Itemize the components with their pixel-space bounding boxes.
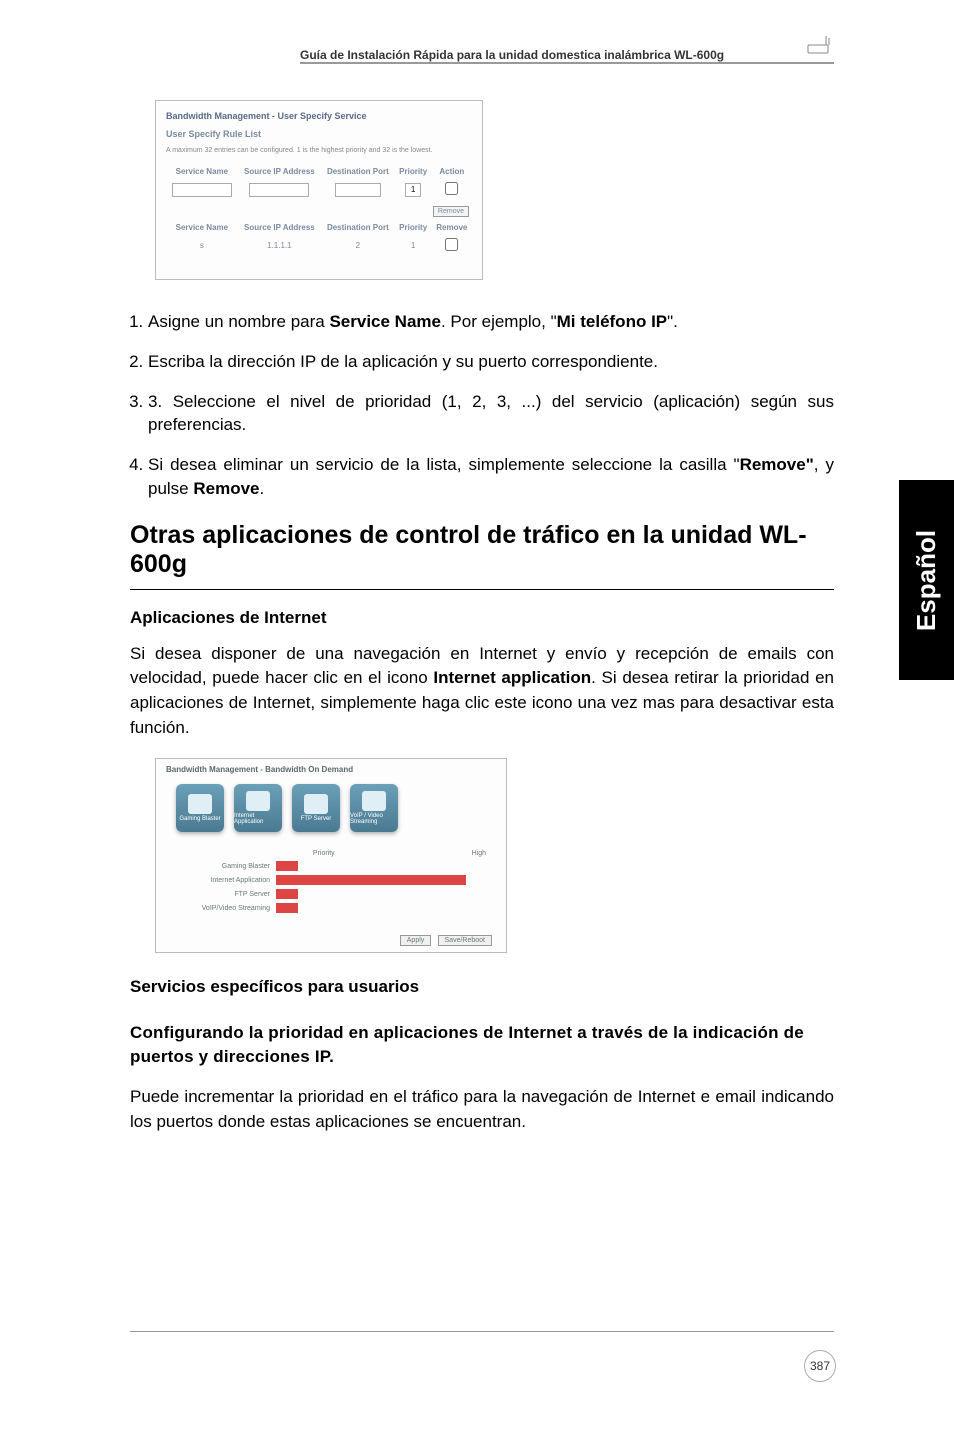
bar-ftp [276,889,298,899]
table-row: s 1.1.1.1 2 1 [166,235,472,256]
bar-voip [276,903,298,913]
ss1-th2-prio: Priority [395,220,432,235]
step1-text-c: . Por ejemplo, " [441,312,557,331]
footer-rule [130,1331,834,1332]
language-label: Español [911,529,942,630]
ss1-table: Service Name Source IP Address Destinati… [166,164,472,256]
priority-input[interactable] [405,183,421,197]
ss2-icon-row: Gaming Blaster Internet Application FTP … [156,780,506,850]
user-services-heading: Servicios específicos para usuarios [130,977,834,997]
table-row [166,179,472,200]
ss1-subtitle: User Specify Rule List [166,129,472,139]
step4-text-a: Si desea eliminar un servicio de la list… [148,455,740,474]
ss1-th2-remove: Remove [432,220,472,235]
config-priority-paragraph: Puede incrementar la prioridad en el trá… [130,1085,834,1134]
action-checkbox[interactable] [445,182,458,195]
ic4-label: VoIP / Video Streaming [350,813,398,825]
section-title: Otras aplicaciones de control de tráfico… [130,521,834,590]
ss1-r2-prio: 1 [395,235,432,256]
bar-gaming [276,861,298,871]
step-1: Asigne un nombre para Service Name. Por … [148,310,834,334]
page-number: 387 [804,1350,836,1382]
ss1-th2-name: Service Name [166,220,238,235]
apply-button[interactable]: Apply [400,935,432,946]
ic3-label: FTP Server [301,816,332,822]
steps-list: Asigne un nombre para Service Name. Por … [148,310,834,501]
language-tab: Español [899,480,954,680]
step-4: Si desea eliminar un servicio de la list… [148,453,834,501]
gaming-blaster-icon[interactable]: Gaming Blaster [176,784,224,832]
remove-button[interactable]: Remove [433,206,469,217]
save-reboot-button[interactable]: Save/Reboot [438,935,492,946]
ss1-th-name: Service Name [166,164,238,179]
ss1-r2-sname: s [166,235,238,256]
ic2-label: Internet Application [234,813,282,825]
bandwidth-screenshot: Bandwidth Management - Bandwidth On Dema… [155,758,507,953]
internet-apps-heading: Aplicaciones de Internet [130,608,834,628]
source-ip-input[interactable] [249,183,309,197]
ss1-note: A maximum 32 entries can be configured. … [166,147,472,154]
high-label: High [472,850,486,857]
apps-para-b: Internet application [433,668,591,687]
remove-checkbox[interactable] [445,238,458,251]
internet-apps-paragraph: Si desea disponer de una navegación en I… [130,642,834,741]
step1-bold-b: Service Name [329,312,441,331]
ic1-label: Gaming Blaster [179,816,220,822]
ftp-server-icon[interactable]: FTP Server [292,784,340,832]
voip-video-icon[interactable]: VoIP / Video Streaming [350,784,398,832]
ss1-th2-ip: Source IP Address [238,220,321,235]
header-rule [300,62,834,64]
config-priority-heading: Configurando la prioridad en aplicacione… [130,1021,834,1069]
ss1-th-prio: Priority [395,164,432,179]
ss2-header: Bandwidth Management - Bandwidth On Dema… [156,759,506,780]
bar-label-gaming: Gaming Blaster [176,863,276,870]
header-title: Guía de Instalación Rápida para la unida… [300,48,724,62]
priority-bars: Priority High Gaming Blaster Internet App… [156,850,506,929]
ss1-th-ip: Source IP Address [238,164,321,179]
step4-text-e: . [260,479,265,498]
step4-bold-d: Remove [193,479,259,498]
internet-application-icon[interactable]: Internet Application [234,784,282,832]
step1-bold-d: Mi teléfono IP [557,312,668,331]
step-3: 3. Seleccione el nivel de prioridad (1, … [148,390,834,438]
step-2: Escriba la dirección IP de la aplicación… [148,350,834,374]
rule-list-screenshot: Bandwidth Management - User Specify Serv… [155,100,483,280]
step1-text-e: ". [667,312,678,331]
ss2-footer: Apply Save/Reboot [156,929,506,952]
bar-label-internet: Internet Application [176,877,276,884]
ss1-r2-port: 2 [321,235,395,256]
step1-text-a: Asigne un nombre para [148,312,329,331]
bar-label-voip: VoIP/Video Streaming [176,905,276,912]
dest-port-input[interactable] [335,183,381,197]
step4-bold-b: Remove" [740,455,814,474]
ss1-title: Bandwidth Management - User Specify Serv… [166,111,472,121]
priority-label: Priority [313,850,335,857]
ss1-th2-port: Destination Port [321,220,395,235]
bar-internet [276,875,466,885]
ss1-th-port: Destination Port [321,164,395,179]
service-name-input[interactable] [172,183,232,197]
router-icon [806,35,834,57]
bar-label-ftp: FTP Server [176,891,276,898]
ss1-th-action: Action [432,164,472,179]
ss1-r2-sip: 1.1.1.1 [238,235,321,256]
